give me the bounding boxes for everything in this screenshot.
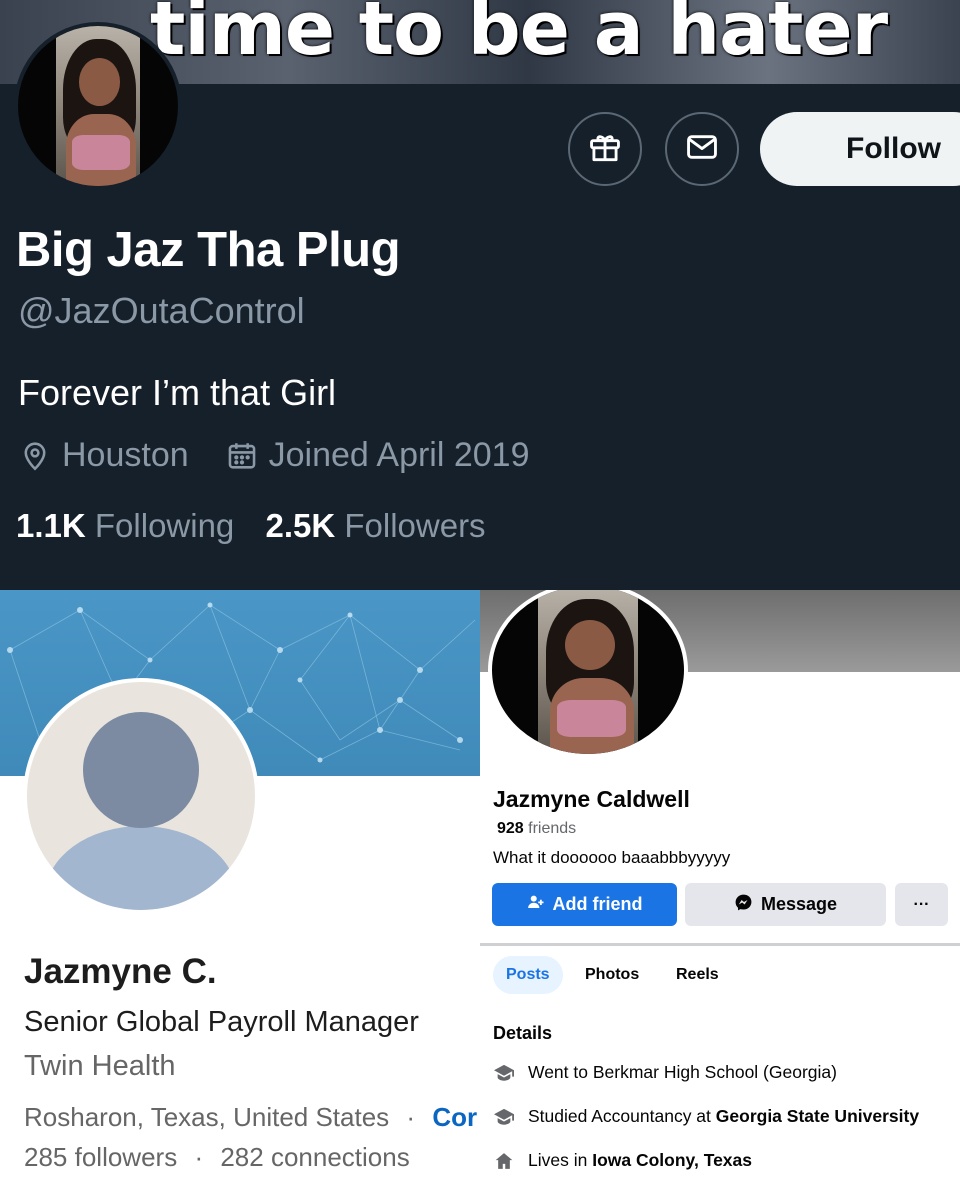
follow-counts: 1.1K Following 2.5K Followers bbox=[16, 507, 486, 545]
add-friend-label: Add friend bbox=[552, 894, 643, 914]
following-label: Following bbox=[94, 507, 235, 544]
detail-text: Studied Accountancy at bbox=[528, 1106, 716, 1126]
profile-photo bbox=[492, 590, 684, 754]
headline: Senior Global Payroll Manager bbox=[24, 1006, 419, 1038]
message-button[interactable] bbox=[665, 112, 739, 186]
home-icon bbox=[493, 1151, 515, 1171]
friends-number: 928 bbox=[497, 820, 524, 837]
linkedin-profile: Jazmyne C. Senior Global Payroll Manager… bbox=[0, 590, 480, 1200]
mail-icon bbox=[683, 128, 721, 171]
details-heading: Details bbox=[493, 1023, 553, 1043]
bio: What it doooooo baaabbbyyyyy bbox=[493, 848, 731, 867]
facebook-profile: Jazmyne Caldwell 928 friends What it doo… bbox=[480, 590, 960, 1200]
profile-name: Jazmyne Caldwell bbox=[493, 786, 690, 812]
banner-caption: time to be a hater bbox=[150, 0, 888, 72]
avatar[interactable] bbox=[23, 678, 259, 914]
tab-reels[interactable]: Reels bbox=[663, 956, 732, 994]
separator: · bbox=[406, 1102, 416, 1132]
more-options-button[interactable]: ··· bbox=[895, 883, 948, 926]
calendar-icon bbox=[225, 439, 259, 473]
add-friend-button[interactable]: Add friend bbox=[492, 883, 677, 926]
following-count: 1.1K bbox=[16, 507, 86, 544]
profile-meta: Houston Joined April 2019 bbox=[18, 436, 530, 475]
detail-text: Lives in bbox=[528, 1150, 593, 1170]
avatar[interactable] bbox=[14, 22, 182, 190]
default-avatar-icon bbox=[27, 682, 255, 910]
connections-text[interactable]: 282 connections bbox=[220, 1142, 409, 1172]
gift-icon bbox=[586, 128, 624, 171]
divider bbox=[480, 943, 960, 946]
tab-posts[interactable]: Posts bbox=[493, 956, 563, 994]
friends-label: friends bbox=[528, 820, 577, 837]
joined-text: Joined April 2019 bbox=[268, 436, 530, 474]
location-row: Rosharon, Texas, United States · Cor bbox=[24, 1102, 477, 1133]
followers-link[interactable]: 2.5K Followers bbox=[265, 507, 485, 544]
detail-link[interactable]: Georgia State University bbox=[716, 1106, 919, 1127]
detail-link[interactable]: Iowa Colony, Texas bbox=[592, 1150, 752, 1171]
add-person-icon bbox=[527, 893, 545, 916]
followers-text[interactable]: 285 followers bbox=[24, 1142, 177, 1172]
contact-info-link[interactable]: Cor bbox=[432, 1102, 477, 1132]
display-name: Big Jaz Tha Plug bbox=[16, 223, 401, 277]
detail-text: Went to Berkmar High School (Georgia) bbox=[528, 1062, 837, 1082]
messenger-icon bbox=[734, 893, 753, 917]
bio: Forever I’m that Girl bbox=[18, 372, 337, 413]
network-stats: 285 followers · 282 connections bbox=[24, 1142, 410, 1173]
graduation-cap-icon bbox=[493, 1063, 515, 1083]
profile-name: Jazmyne C. bbox=[24, 952, 217, 991]
detail-row-college: Studied Accountancy at Georgia State Uni… bbox=[493, 1106, 919, 1127]
location-pin-icon bbox=[18, 439, 52, 473]
location-text: Houston bbox=[62, 436, 189, 474]
twitter-profile: time to be a hater Follow Big Jaz Tha Pl… bbox=[0, 0, 960, 590]
separator: · bbox=[194, 1142, 204, 1172]
friends-count[interactable]: 928 friends bbox=[497, 820, 576, 838]
detail-row-highschool: Went to Berkmar High School (Georgia) bbox=[493, 1062, 837, 1083]
follow-button[interactable]: Follow bbox=[760, 112, 960, 186]
tab-photos[interactable]: Photos bbox=[572, 956, 652, 994]
message-button[interactable]: Message bbox=[685, 883, 886, 926]
handle: @JazOutaControl bbox=[18, 290, 305, 331]
gift-button[interactable] bbox=[568, 112, 642, 186]
message-label: Message bbox=[760, 894, 838, 914]
company[interactable]: Twin Health bbox=[24, 1050, 176, 1083]
following-link[interactable]: 1.1K Following bbox=[16, 507, 234, 544]
collage: time to be a hater Follow Big Jaz Tha Pl… bbox=[0, 0, 960, 1200]
location-text: Rosharon, Texas, United States bbox=[24, 1102, 390, 1132]
graduation-cap-icon bbox=[493, 1107, 515, 1127]
followers-count: 2.5K bbox=[265, 507, 336, 544]
profile-photo bbox=[18, 26, 178, 186]
avatar[interactable] bbox=[488, 590, 688, 758]
detail-row-residence: Lives in Iowa Colony, Texas bbox=[493, 1150, 752, 1171]
followers-label: Followers bbox=[344, 507, 486, 544]
